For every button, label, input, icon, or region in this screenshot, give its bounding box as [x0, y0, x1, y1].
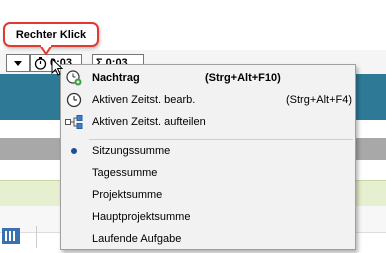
mouse-cursor-icon — [51, 58, 63, 76]
dropdown-button[interactable] — [6, 54, 30, 72]
menu-item-split-active[interactable]: Aktiven Zeitst. aufteilen — [61, 111, 355, 133]
menu-item-label: Aktiven Zeitst. bearb. — [92, 94, 196, 106]
menu-item-edit-active[interactable]: Aktiven Zeitst. bearb. (Strg+Alt+F4) — [61, 89, 355, 111]
menu-item-label: Tagessumme — [92, 167, 158, 179]
menu-item-day-sum[interactable]: Tagessumme — [61, 162, 355, 184]
callout-label: Rechter Klick — [3, 22, 99, 47]
stopwatch-icon — [34, 56, 47, 70]
bank-icon[interactable] — [2, 228, 20, 244]
context-menu: Nachtrag (Strg+Alt+F10) Aktiven Zeitst. … — [60, 64, 356, 250]
caret-down-icon — [14, 60, 22, 66]
menu-item-project-sum[interactable]: Projektsumme — [61, 184, 355, 206]
menu-item-running-task[interactable]: Laufende Aufgabe — [61, 228, 355, 250]
menu-item-label: Nachtrag — [92, 72, 140, 84]
callout-tail — [40, 45, 54, 55]
menu-item-label: Laufende Aufgabe — [92, 233, 182, 245]
clock-add-icon — [65, 69, 83, 87]
menu-item-session-sum[interactable]: Sitzungssumme — [61, 140, 355, 162]
menu-item-nachtrag[interactable]: Nachtrag (Strg+Alt+F10) — [61, 67, 355, 89]
selected-dot-icon — [65, 142, 83, 160]
menu-item-shortcut: (Strg+Alt+F10) — [205, 72, 281, 84]
menu-item-label: Projektsumme — [92, 189, 163, 201]
split-icon — [65, 113, 83, 131]
menu-item-shortcut: (Strg+Alt+F4) — [286, 94, 353, 106]
clock-icon — [65, 91, 83, 109]
divider — [36, 226, 37, 248]
menu-item-main-project-sum[interactable]: Hauptprojektsumme — [61, 206, 355, 228]
menu-item-label: Sitzungssumme — [92, 145, 171, 157]
menu-item-label: Hauptprojektsumme — [92, 211, 191, 223]
menu-item-label: Aktiven Zeitst. aufteilen — [92, 116, 206, 128]
